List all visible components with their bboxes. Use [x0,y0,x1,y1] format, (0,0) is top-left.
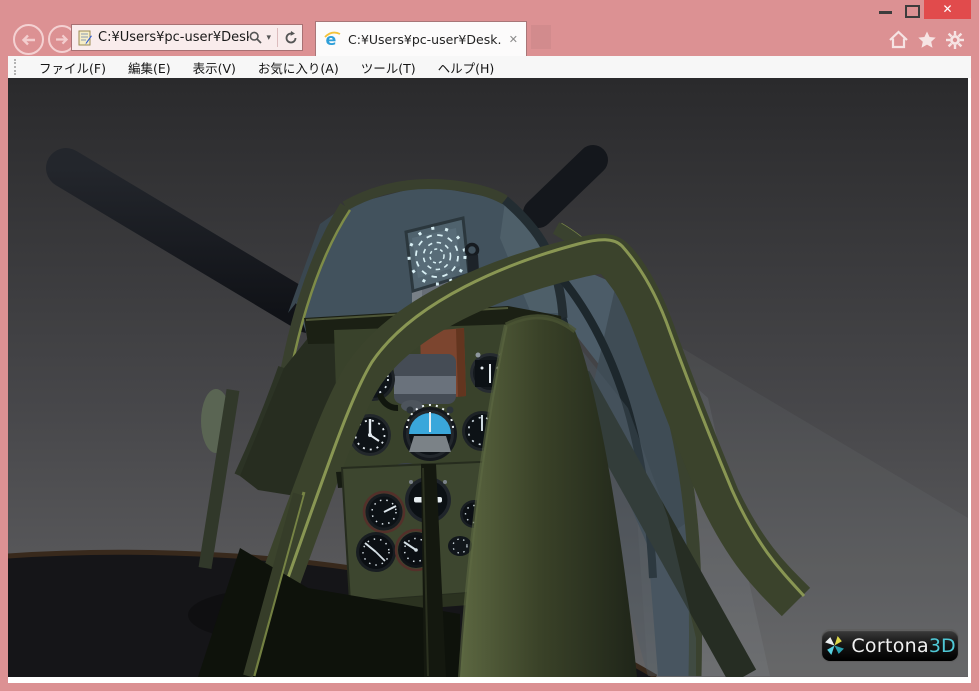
page-content: Cortona3D [8,78,971,683]
titlebar[interactable]: ✕ [0,0,979,18]
maximize-button[interactable] [905,5,920,18]
menubar-grip [14,59,19,75]
forward-arrow-icon [55,34,69,45]
home-icon[interactable] [888,30,909,49]
navigation-bar: C:¥Users¥pc-user¥Desktop¥ ▾ e C:¥Users¥p… [0,18,979,56]
address-divider [277,28,278,47]
menu-favorites[interactable]: お気に入り(A) [247,58,350,77]
refresh-icon[interactable] [284,31,298,45]
gauge-pressure [356,532,396,572]
browser-window: { "titlebar": { "close_glyph": "✕" }, "n… [0,0,979,691]
gauge-artificial-horizon [403,405,457,461]
tab-close-icon[interactable]: ✕ [509,33,518,46]
document-icon [78,30,93,46]
back-button[interactable] [13,24,44,55]
internet-explorer-icon: e [324,31,341,48]
menu-edit[interactable]: 編集(E) [117,58,182,77]
close-button[interactable]: ✕ [924,0,971,19]
cortona3d-logo-icon [824,635,845,656]
browser-tab[interactable]: e C:¥Users¥pc-user¥Desk... ✕ [315,21,527,56]
gauge-half-hidden [448,536,472,556]
badge-brand-text: Cortona [851,635,929,657]
menu-view[interactable]: 表示(V) [182,58,247,77]
viewport-3d[interactable] [8,78,968,677]
menu-bar: ファイル(F) 編集(E) 表示(V) お気に入り(A) ツール(T) ヘルプ(… [8,56,971,78]
minimize-button[interactable] [879,11,892,14]
favorites-star-icon[interactable] [917,30,937,49]
badge-brand-suffix: 3D [929,635,956,657]
settings-gear-icon[interactable] [945,30,965,50]
menu-tools[interactable]: ツール(T) [350,58,427,77]
gauge-fuel [364,492,404,532]
tab-title: C:¥Users¥pc-user¥Desk... [348,32,502,47]
address-dropdown-icon[interactable]: ▾ [266,33,271,43]
menu-file[interactable]: ファイル(F) [28,58,117,77]
search-icon[interactable] [249,31,262,44]
address-input[interactable]: C:¥Users¥pc-user¥Desktop¥ [98,30,249,45]
menu-help[interactable]: ヘルプ(H) [427,58,506,77]
address-bar[interactable]: C:¥Users¥pc-user¥Desktop¥ ▾ [71,24,303,51]
cortona3d-badge[interactable]: Cortona3D [821,629,959,662]
new-tab-button[interactable] [531,25,551,49]
back-arrow-icon [21,34,36,46]
